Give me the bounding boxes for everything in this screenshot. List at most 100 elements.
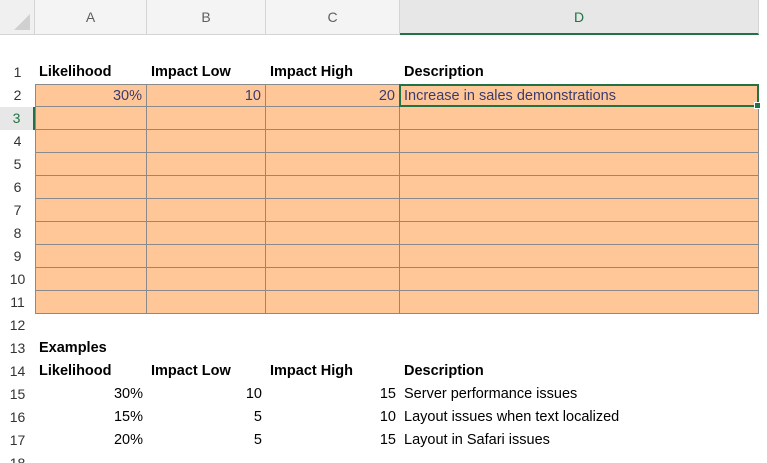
cell-d1[interactable]: Description [400,61,759,84]
cell-b2[interactable]: 10 [147,84,266,107]
table-row [35,291,767,314]
cell-b4[interactable] [147,130,266,153]
row-header-12[interactable]: 12 [0,314,35,337]
select-all-triangle-icon [14,14,30,30]
row-header-16[interactable]: 16 [0,406,35,429]
row-header-17[interactable]: 17 [0,429,35,452]
cell-b14[interactable]: Impact Low [147,360,266,383]
cell-b10[interactable] [147,268,266,291]
cell-b17[interactable]: 5 [147,429,266,452]
row-header-6[interactable]: 6 [0,176,35,199]
row-header-8[interactable]: 8 [0,222,35,245]
table-row: Likelihood Impact Low Impact High Descri… [35,61,767,84]
cell-a7[interactable] [35,199,147,222]
cell-a2[interactable]: 30% [35,84,147,107]
cell-c15[interactable]: 15 [266,383,400,406]
table-row [35,199,767,222]
cell-a3[interactable] [35,107,147,130]
cell-c14[interactable]: Impact High [266,360,400,383]
row-header-14[interactable]: 14 [0,360,35,383]
fill-handle[interactable] [754,102,761,109]
cell-a6[interactable] [35,176,147,199]
table-row [35,153,767,176]
cell-c6[interactable] [266,176,400,199]
column-header-d[interactable]: D [400,0,759,35]
cell-c10[interactable] [266,268,400,291]
cell-d5[interactable] [400,153,759,176]
row-header-11[interactable]: 11 [0,291,35,314]
cell-c8[interactable] [266,222,400,245]
spreadsheet: A B C D 1 2 3 4 5 6 7 8 9 10 11 12 13 14… [0,0,767,463]
cell-d3[interactable] [400,107,759,130]
table-row [35,245,767,268]
cell-d8[interactable] [400,222,759,245]
row-header-7[interactable]: 7 [0,199,35,222]
cell-a1[interactable]: Likelihood [35,61,147,84]
cell-d4[interactable] [400,130,759,153]
cell-b5[interactable] [147,153,266,176]
row-header-5[interactable]: 5 [0,153,35,176]
cell-c17[interactable]: 15 [266,429,400,452]
cell-c9[interactable] [266,245,400,268]
cell-d17[interactable]: Layout in Safari issues [400,429,759,452]
active-cell-outline[interactable] [399,84,761,109]
cell-a11[interactable] [35,291,147,314]
row-header-4[interactable]: 4 [0,130,35,153]
table-row [35,107,767,130]
table-row [35,130,767,153]
cell-c5[interactable] [266,153,400,176]
cell-d16[interactable]: Layout issues when text localized [400,406,759,429]
row-header-15[interactable]: 15 [0,383,35,406]
row-header-9[interactable]: 9 [0,245,35,268]
cell-c7[interactable] [266,199,400,222]
cell-b8[interactable] [147,222,266,245]
cell-a13[interactable]: Examples [35,337,147,360]
cell-b3[interactable] [147,107,266,130]
cell-d6[interactable] [400,176,759,199]
cell-a8[interactable] [35,222,147,245]
row-header-3[interactable]: 3 [0,107,35,130]
row-header-1[interactable]: 1 [0,61,35,84]
row-header-2[interactable]: 2 [0,84,35,107]
table-row: 20% 5 15 Layout in Safari issues [35,429,767,452]
select-all-corner[interactable] [0,0,35,35]
table-row: Examples [35,337,767,360]
cell-b11[interactable] [147,291,266,314]
row-header-13[interactable]: 13 [0,337,35,360]
cell-d15[interactable]: Server performance issues [400,383,759,406]
cell-d9[interactable] [400,245,759,268]
cell-b7[interactable] [147,199,266,222]
row-header-18[interactable]: 18 [0,452,35,463]
table-row [35,268,767,291]
cell-c11[interactable] [266,291,400,314]
table-row: Likelihood Impact Low Impact High Descri… [35,360,767,383]
cell-d14[interactable]: Description [400,360,759,383]
cell-a17[interactable]: 20% [35,429,147,452]
cell-a5[interactable] [35,153,147,176]
cell-b6[interactable] [147,176,266,199]
cell-a15[interactable]: 30% [35,383,147,406]
cell-c16[interactable]: 10 [266,406,400,429]
cell-a9[interactable] [35,245,147,268]
cell-b9[interactable] [147,245,266,268]
column-header-c[interactable]: C [266,0,400,35]
column-headers: A B C D [35,0,767,35]
cell-c1[interactable]: Impact High [266,61,400,84]
cell-c2[interactable]: 20 [266,84,400,107]
cell-b1[interactable]: Impact Low [147,61,266,84]
cell-a10[interactable] [35,268,147,291]
cell-d10[interactable] [400,268,759,291]
column-header-a[interactable]: A [35,0,147,35]
cell-b15[interactable]: 10 [147,383,266,406]
row-header-10[interactable]: 10 [0,268,35,291]
cell-d11[interactable] [400,291,759,314]
cell-d7[interactable] [400,199,759,222]
cell-a4[interactable] [35,130,147,153]
cell-c4[interactable] [266,130,400,153]
table-row: 15% 5 10 Layout issues when text localiz… [35,406,767,429]
cell-b16[interactable]: 5 [147,406,266,429]
cell-a14[interactable]: Likelihood [35,360,147,383]
column-header-b[interactable]: B [147,0,266,35]
cell-a16[interactable]: 15% [35,406,147,429]
cell-c3[interactable] [266,107,400,130]
